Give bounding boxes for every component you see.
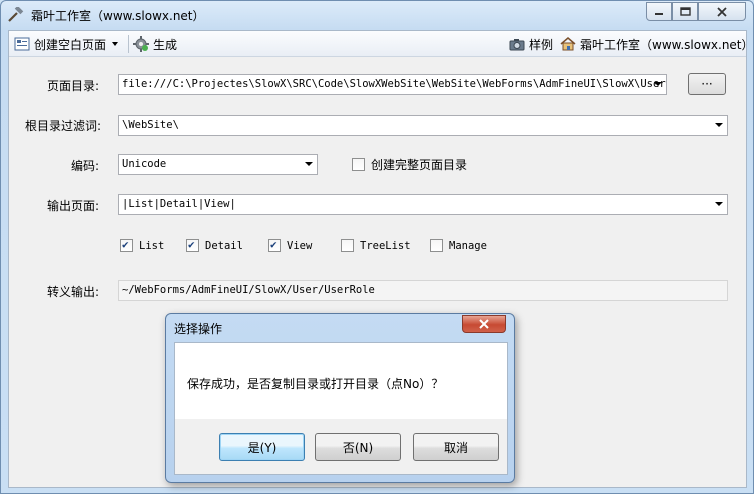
manage-checkbox-label: Manage xyxy=(449,239,487,252)
output-page-combobox[interactable]: |List|Detail|View| xyxy=(118,194,728,215)
hammer-icon xyxy=(8,7,24,22)
studio-link[interactable]: 霜叶工作室（www.slowx.net） xyxy=(560,35,754,53)
window-title: 霜叶工作室（www.slowx.net） xyxy=(31,9,205,23)
output-page-label: 输出页面: xyxy=(47,199,100,213)
chevron-down-icon[interactable] xyxy=(305,162,313,166)
title-bar[interactable]: 霜叶工作室（www.slowx.net） xyxy=(1,1,753,29)
sample-label: 样例 xyxy=(529,37,554,52)
root-filter-combobox[interactable]: \WebSite\ xyxy=(118,115,728,136)
checkbox-box[interactable] xyxy=(186,238,199,252)
minimize-icon xyxy=(655,12,663,15)
dialog-body: 保存成功，是否复制目录或打开目录（点No）？ xyxy=(174,342,508,419)
encoding-select[interactable]: Unicode xyxy=(118,154,318,175)
escape-output-label: 转义输出: xyxy=(47,285,100,299)
escape-output-value: ~/WebForms/AdmFineUI/SlowX/User/UserRole xyxy=(122,284,375,296)
minimize-button[interactable] xyxy=(646,2,672,21)
toolbar: 创建空白页面 生成 样例 霜叶工作室（www.slowx.net） xyxy=(9,31,754,57)
generate-button[interactable]: 生成 xyxy=(133,35,177,53)
dialog-message: 保存成功，是否复制目录或打开目录（点No）？ xyxy=(187,377,444,391)
list-checkbox-label: List xyxy=(139,239,165,252)
maximize-icon xyxy=(679,7,691,16)
gear-icon xyxy=(133,36,149,52)
root-filter-label: 根目录过滤词: xyxy=(25,119,102,133)
create-full-dir-label: 创建完整页面目录 xyxy=(371,158,468,172)
treelist-checkbox-label: TreeList xyxy=(360,239,411,252)
maximize-button[interactable] xyxy=(672,2,698,21)
chevron-down-icon[interactable] xyxy=(715,123,723,127)
camera-icon xyxy=(509,39,525,51)
no-button[interactable]: 否(N) xyxy=(315,433,401,461)
chevron-down-icon[interactable] xyxy=(715,202,723,206)
create-blank-page-button[interactable]: 创建空白页面 xyxy=(14,35,119,53)
browse-button[interactable]: ··· xyxy=(688,73,726,95)
dialog-title: 选择操作 xyxy=(174,322,223,336)
root-filter-value: \WebSite\ xyxy=(122,119,179,131)
dialog-footer: 是(Y) 否(N) 取消 xyxy=(174,419,508,475)
close-icon xyxy=(717,6,727,17)
checkbox-box[interactable] xyxy=(430,239,443,252)
checkbox-box[interactable] xyxy=(352,158,365,171)
encoding-value: Unicode xyxy=(122,158,167,170)
close-button[interactable] xyxy=(698,2,746,21)
close-icon xyxy=(479,319,489,329)
checkbox-box[interactable] xyxy=(120,238,133,252)
studio-link-label: 霜叶工作室（www.slowx.net） xyxy=(580,37,754,52)
escape-output-field[interactable]: ~/WebForms/AdmFineUI/SlowX/User/UserRole xyxy=(118,280,728,301)
page-dir-value: file:///C:\Projectes\SlowX\SRC\Code\Slow… xyxy=(122,78,666,90)
chevron-down-icon[interactable] xyxy=(654,82,662,86)
checkbox-box[interactable] xyxy=(341,239,354,252)
home-icon xyxy=(560,37,576,51)
generate-label: 生成 xyxy=(153,37,178,52)
encoding-label: 编码: xyxy=(71,159,100,173)
dialog-close-button[interactable] xyxy=(462,315,506,333)
output-page-value: |List|Detail|View| xyxy=(122,198,236,210)
cancel-button[interactable]: 取消 xyxy=(413,433,499,461)
checkbox-box[interactable] xyxy=(268,238,281,252)
view-checkbox[interactable]: View xyxy=(268,238,313,252)
treelist-checkbox[interactable]: TreeList xyxy=(341,239,411,252)
create-blank-page-label: 创建空白页面 xyxy=(34,37,107,52)
manage-checkbox[interactable]: Manage xyxy=(430,239,487,252)
detail-checkbox-label: Detail xyxy=(205,239,243,252)
page-icon xyxy=(14,37,30,51)
toolbar-separator xyxy=(128,35,129,53)
page-dir-combobox[interactable]: file:///C:\Projectes\SlowX\SRC\Code\Slow… xyxy=(118,74,667,95)
page-dir-label: 页面目录: xyxy=(47,79,100,93)
list-checkbox[interactable]: List xyxy=(120,238,165,252)
sample-button[interactable]: 样例 xyxy=(509,35,553,53)
detail-checkbox[interactable]: Detail xyxy=(186,238,243,252)
chevron-down-icon xyxy=(112,42,119,46)
create-full-dir-checkbox[interactable]: 创建完整页面目录 xyxy=(352,156,467,173)
view-checkbox-label: View xyxy=(287,239,313,252)
confirm-dialog: 选择操作 保存成功，是否复制目录或打开目录（点No）？ 是(Y) 否(N) 取消 xyxy=(165,313,515,483)
yes-button[interactable]: 是(Y) xyxy=(219,433,305,461)
